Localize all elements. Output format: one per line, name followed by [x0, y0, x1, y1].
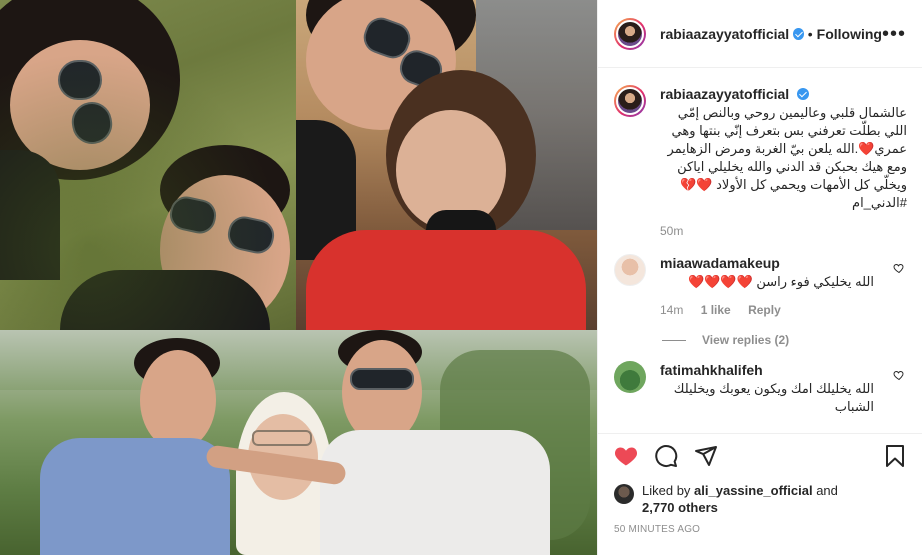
comment-bubble-icon[interactable] — [654, 444, 678, 468]
likes-and-label: and — [816, 483, 838, 498]
caption-author-username[interactable]: rabiaazayyatofficial — [660, 86, 789, 102]
comment-reply-button[interactable]: Reply — [748, 303, 781, 317]
comment-text: الله يخليلك امك ويكون يعوبك ويخليلك الشب… — [673, 381, 874, 414]
author-username[interactable]: rabiaazayyatofficial — [660, 26, 789, 42]
post-header: rabiaazayyatofficial • Following ••• — [598, 0, 922, 68]
liked-by-label: Liked by — [642, 483, 691, 498]
caption-time[interactable]: 50m — [660, 224, 683, 238]
caption-verified-badge-icon — [796, 88, 809, 100]
post-caption: rabiaazayyatofficial عالشمال قلبي وعاليم… — [614, 85, 907, 240]
caption-text: عالشمال قلبي وعاليمين روحي وبالنص إمّي ا… — [667, 105, 907, 210]
bookmark-icon[interactable] — [883, 444, 907, 468]
post-side-panel: rabiaazayyatofficial • Following ••• rab… — [597, 0, 922, 555]
commenter-avatar[interactable] — [614, 361, 646, 393]
post-media[interactable] — [0, 0, 597, 555]
collage-photo-couple-portrait — [296, 0, 597, 330]
comment-time[interactable]: 14m — [660, 303, 683, 317]
commenter-username[interactable]: fatimahkhalifeh — [660, 362, 763, 378]
following-button[interactable]: Following — [817, 26, 882, 42]
commenter-avatar[interactable] — [614, 254, 646, 286]
more-options-icon[interactable]: ••• — [882, 24, 906, 44]
caption-author-avatar[interactable] — [614, 85, 646, 117]
comment-text: الله يخليكي فوء راسن ❤️❤️❤️❤️ — [687, 274, 874, 289]
replies-divider — [662, 339, 686, 341]
liker-avatar[interactable] — [614, 484, 634, 504]
verified-badge-icon — [793, 27, 804, 40]
like-heart-icon[interactable] — [614, 444, 638, 468]
view-replies[interactable]: View replies (2) — [662, 333, 907, 347]
likes-summary: Liked by ali_yassine_official and 2,770 … — [614, 482, 907, 516]
share-send-icon[interactable] — [694, 444, 718, 468]
post-timestamp[interactable]: 50 MINUTES AGO — [614, 524, 907, 535]
commenter-username[interactable]: miaawadamakeup — [660, 255, 780, 271]
view-replies-label: View replies (2) — [702, 333, 790, 347]
header-separator: • — [807, 25, 813, 42]
comment-like-icon[interactable] — [893, 369, 905, 381]
collage-photo-family-garden — [0, 330, 597, 555]
comment-like-icon[interactable] — [893, 262, 905, 274]
author-avatar[interactable] — [614, 17, 646, 50]
comment-likes[interactable]: 1 like — [701, 303, 731, 317]
liker-username[interactable]: ali_yassine_official — [694, 483, 813, 498]
collage-photo-couple-grass — [0, 0, 296, 330]
comment-item: miaawadamakeup الله يخليكي فوء راسن ❤️❤️… — [614, 254, 907, 319]
comments-list[interactable]: rabiaazayyatofficial عالشمال قلبي وعاليم… — [598, 69, 922, 433]
post-actions: Liked by ali_yassine_official and 2,770 … — [598, 433, 922, 555]
comment-item: fatimahkhalifeh الله يخليلك امك ويكون يع… — [614, 361, 907, 416]
likes-count[interactable]: 2,770 others — [642, 500, 718, 515]
